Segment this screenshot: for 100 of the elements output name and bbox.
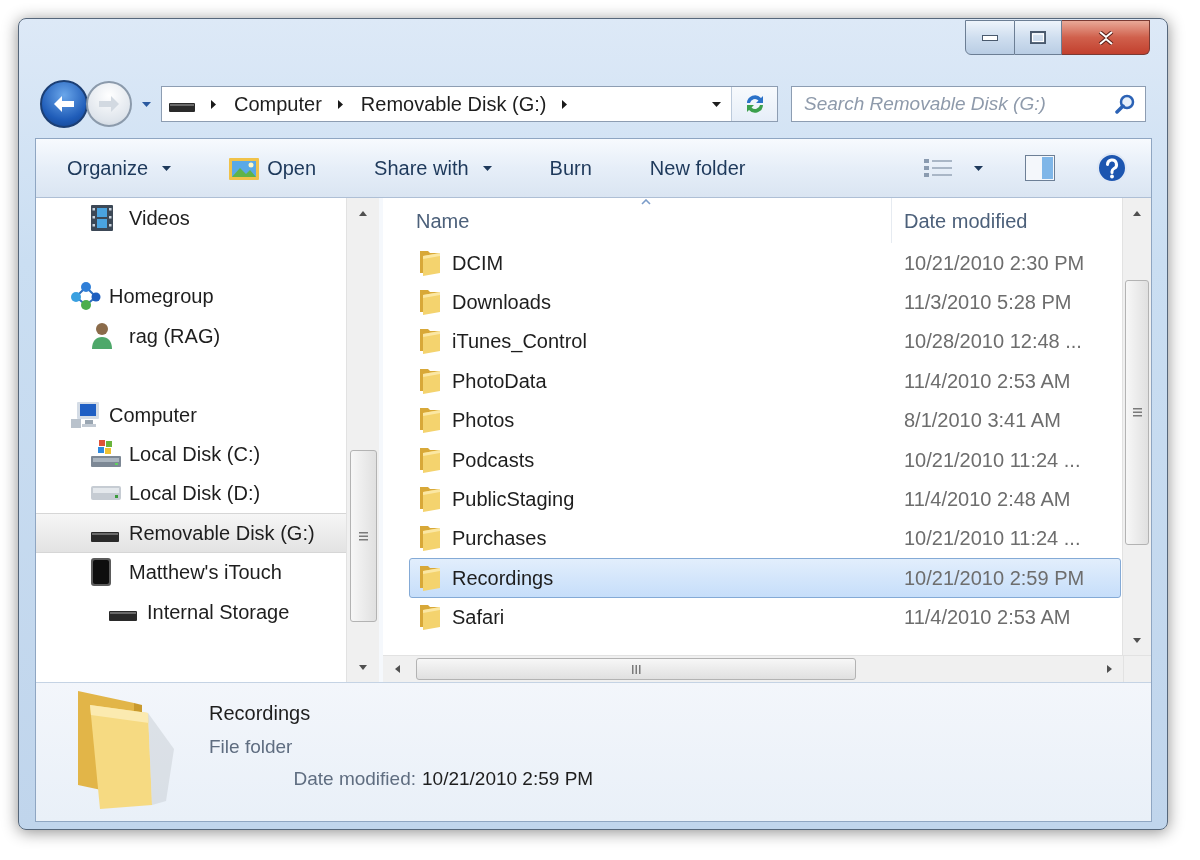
horizontal-scrollbar[interactable] (383, 655, 1123, 682)
file-row[interactable]: Podcasts 10/21/2010 11:24 ... (409, 439, 1121, 480)
tree-item[interactable]: Local Disk (D:) (36, 473, 346, 514)
arrow-left-icon (54, 96, 74, 112)
file-row[interactable]: Downloads 11/3/2010 5:28 PM (409, 282, 1121, 322)
drive-icon (169, 102, 195, 112)
help-icon (1097, 153, 1127, 183)
folder-icon (419, 328, 441, 355)
tree-item[interactable]: Internal Storage (36, 591, 346, 632)
back-button[interactable] (40, 80, 88, 128)
folder-icon (419, 604, 441, 631)
maximize-icon (1030, 31, 1046, 44)
file-name: Podcasts (452, 447, 535, 473)
tree-item[interactable]: rag (RAG) (36, 316, 346, 356)
grip-icon (1132, 408, 1142, 417)
date-modified: 11/3/2010 5:28 PM (903, 290, 1072, 316)
date-modified: 10/28/2010 12:48 ... (903, 329, 1082, 355)
computer-icon (71, 400, 101, 429)
folder-icon (419, 367, 441, 394)
folder-icon (419, 249, 441, 276)
file-row[interactable]: PublicStaging 11/4/2010 2:48 AM (409, 479, 1121, 519)
scroll-up-icon[interactable] (359, 210, 367, 216)
folder-icon (419, 407, 441, 434)
refresh-button[interactable] (731, 87, 777, 121)
date-modified: 11/4/2010 2:53 AM (903, 605, 1071, 631)
grip-icon (358, 531, 368, 541)
list-view-icon (924, 158, 952, 178)
tree-item[interactable]: Local Disk (C:) (36, 434, 346, 474)
property-value: 10/21/2010 2:59 PM (422, 767, 594, 792)
folder-icon (419, 289, 441, 316)
date-modified: 10/21/2010 2:30 PM (903, 250, 1085, 276)
folder-icon (419, 564, 441, 591)
toolbar-button[interactable]: Burn (539, 149, 602, 187)
vertical-scrollbar[interactable] (1122, 198, 1151, 655)
preview-pane-icon (1025, 155, 1055, 181)
file-row[interactable]: Recordings 10/21/2010 2:59 PM (409, 558, 1121, 598)
maximize-button[interactable] (1015, 20, 1062, 55)
breadcrumb-segment[interactable]: Computer (228, 89, 328, 119)
file-row[interactable]: iTunes_Control 10/28/2010 12:48 ... (409, 321, 1121, 362)
file-name: Photos (452, 408, 515, 434)
file-row[interactable]: Purchases 10/21/2010 11:24 ... (409, 518, 1121, 559)
search-icon (1115, 94, 1135, 114)
file-row[interactable]: Photos 8/1/2010 3:41 AM (409, 400, 1121, 440)
arrow-right-icon (99, 96, 119, 112)
scroll-up-icon[interactable] (1133, 210, 1141, 216)
tree-item[interactable]: Homegroup (36, 276, 346, 317)
picture-icon (229, 156, 260, 180)
item-type: File folder (209, 735, 293, 759)
hard-drive-icon (91, 486, 121, 501)
folder-icon (419, 525, 441, 552)
caret-icon (141, 101, 151, 107)
file-name: iTunes_Control (452, 329, 587, 355)
film-icon (91, 204, 113, 231)
breadcrumb-segment[interactable]: Removable Disk (G:) (354, 89, 553, 119)
tree-item[interactable]: Computer (36, 394, 346, 435)
file-row[interactable]: Safari 11/4/2010 2:53 AM (409, 597, 1121, 637)
scroll-right-icon[interactable] (1106, 665, 1112, 673)
scrollbar-thumb[interactable] (349, 450, 377, 622)
folder-icon (419, 486, 441, 513)
date-modified: 10/21/2010 11:24 ... (903, 447, 1081, 473)
grip-icon (631, 664, 641, 674)
file-name: Downloads (452, 290, 551, 316)
caret-icon (974, 165, 983, 171)
file-row[interactable]: PhotoData 11/4/2010 2:53 AM (409, 361, 1121, 401)
toolbar-button[interactable]: New folder (639, 149, 756, 187)
close-button[interactable] (1062, 20, 1150, 55)
chevron-right-icon (337, 99, 343, 109)
file-name: Purchases (452, 526, 547, 552)
tree-item[interactable]: Videos (36, 198, 346, 238)
date-modified: 8/1/2010 3:41 AM (903, 408, 1061, 434)
address-bar[interactable]: Computer Removable Disk (G:) (161, 86, 778, 122)
person-icon (91, 321, 113, 350)
scrollbar-thumb[interactable] (1125, 280, 1149, 545)
tree-item[interactable]: Removable Disk (G:) (36, 513, 346, 553)
hard-drive-icon (91, 440, 121, 469)
search-field[interactable]: Search Removable Disk (G:) (791, 86, 1146, 122)
date-modified: 11/4/2010 2:48 AM (903, 487, 1071, 513)
scrollbar-thumb[interactable] (416, 658, 856, 680)
file-name: PhotoData (452, 368, 547, 394)
scroll-down-icon[interactable] (359, 664, 367, 670)
toolbar-button[interactable]: Open (219, 149, 327, 187)
menu-button[interactable]: Share with (364, 149, 502, 187)
vertical-scrollbar[interactable] (346, 198, 379, 682)
column-header[interactable]: Name (383, 198, 891, 243)
caret-icon (482, 165, 492, 171)
scroll-down-icon[interactable] (1133, 637, 1141, 643)
chevron-right-icon (211, 99, 216, 109)
chevron-right-icon (562, 99, 568, 109)
file-name: Recordings (452, 565, 554, 591)
drive-icon (91, 531, 119, 542)
caret-icon (711, 101, 721, 107)
scroll-left-icon[interactable] (394, 665, 400, 673)
tree-item[interactable]: Matthew's iTouch (36, 552, 346, 592)
file-name: PublicStaging (452, 487, 575, 513)
minimize-button[interactable] (965, 20, 1015, 55)
date-modified: 10/21/2010 11:24 ... (903, 526, 1081, 552)
file-row[interactable]: DCIM 10/21/2010 2:30 PM (409, 243, 1121, 283)
menu-button[interactable]: Organize (57, 149, 182, 187)
file-name: Safari (452, 605, 505, 631)
device-icon (91, 558, 111, 587)
